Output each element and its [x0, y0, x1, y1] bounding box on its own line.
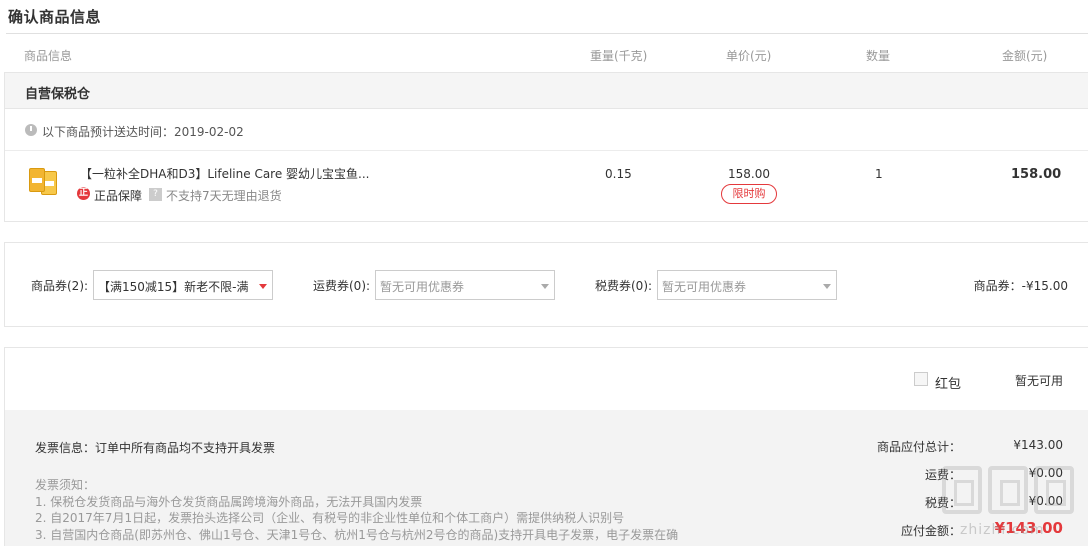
product-coupon-value: 【满150减15】新老不限-满... [98, 280, 248, 294]
delivery-eta-text: 以下商品预计送达时间：2019-02-02 [42, 125, 244, 139]
item-unit-price: 158.00 [728, 167, 770, 181]
invoice-notice-item: 3. 自营国内仓商品(即苏州仓、佛山1号仓、天津1号仓、杭州1号仓与杭州2号仓的… [35, 527, 679, 542]
invoice-notice-item: 2. 自2017年7月1日起，发票抬头选择公司（企业、有税号的非企业性单位和个体… [35, 511, 625, 525]
red-packet-section: 红包 暂无可用 [4, 347, 1088, 411]
col-unit-price: 单价(元) [726, 49, 772, 63]
tax-coupon-label: 税费券(0): [595, 279, 653, 293]
invoice-notice: 发票须知： 1. 保税仓发货商品与海外仓发货商品属跨境海外商品，无法开具国内发票… [35, 477, 678, 543]
help-icon[interactable]: ? [149, 188, 162, 201]
item-quantity: 1 [875, 167, 883, 181]
red-packet-status: 暂无可用 [1015, 374, 1064, 388]
shipping-coupon-select[interactable]: 暂无可用优惠券 [375, 270, 555, 300]
subtotal-value: ¥143.00 [1013, 438, 1063, 452]
return-policy-label: 不支持7天无理由退货 [166, 189, 282, 203]
shipping-coupon-label: 运费券(0): [313, 279, 371, 293]
shipping-fee-value: ¥0.00 [1028, 466, 1063, 480]
payable-amount: ¥143.00 [994, 519, 1063, 537]
column-header-row: 商品信息 重量(千克) 单价(元) 数量 金额(元) [4, 34, 1088, 72]
order-confirm-page: 确认商品信息 商品信息 重量(千克) 单价(元) 数量 金额(元) 自营保税仓 … [0, 0, 1088, 546]
product-coupon-select[interactable]: 【满150减15】新老不限-满... [93, 270, 273, 300]
dropdown-arrow-icon [541, 284, 549, 289]
dropdown-arrow-icon [823, 284, 831, 289]
payable-label: 应付金额： [900, 524, 961, 538]
tax-fee-value: ¥0.00 [1028, 494, 1063, 508]
tax-fee-label: 税费： [924, 496, 961, 510]
delivery-eta-row: 以下商品预计送达时间：2019-02-02 [5, 109, 1088, 151]
subtotal-label: 商品应付总计： [876, 440, 961, 454]
dropdown-arrow-icon [259, 284, 267, 289]
tax-coupon-select[interactable]: 暂无可用优惠券 [657, 270, 837, 300]
invoice-summary-panel: 发票信息：订单中所有商品均不支持开具发票 发票须知： 1. 保税仓发货商品与海外… [4, 410, 1088, 546]
col-product: 商品信息 [24, 49, 73, 63]
page-title: 确认商品信息 [8, 8, 102, 26]
col-quantity: 数量 [866, 49, 891, 63]
product-section: 自营保税仓 以下商品预计送达时间：2019-02-02 【一粒补全DHA和D3】… [4, 72, 1088, 222]
product-thumbnail[interactable] [27, 165, 63, 199]
invoice-info: 发票信息：订单中所有商品均不支持开具发票 [35, 441, 276, 455]
item-amount: 158.00 [1011, 167, 1062, 182]
red-packet-label: 红包 [935, 377, 962, 392]
warehouse-name: 自营保税仓 [25, 87, 91, 102]
guarantee-label: 正品保障 [94, 189, 143, 203]
limited-time-badge: 限时购 [721, 184, 777, 204]
coupon-discount-summary: 商品券：-¥15.00 [973, 279, 1068, 293]
product-name-link[interactable]: 【一粒补全DHA和D3】Lifeline Care 婴幼儿宝宝鱼... [80, 165, 370, 182]
invoice-notice-title: 发票须知： [35, 478, 96, 492]
product-coupon-label: 商品券(2): [31, 279, 89, 293]
col-weight: 重量(千克) [590, 49, 648, 63]
warehouse-bar: 自营保税仓 [5, 73, 1088, 109]
clock-icon [25, 124, 37, 136]
red-packet-checkbox[interactable] [914, 372, 928, 386]
item-weight: 0.15 [605, 167, 632, 181]
coupon-section: 商品券(2): 【满150减15】新老不限-满... 运费券(0): 暂无可用优… [4, 242, 1088, 327]
shipping-fee-label: 运费： [924, 468, 961, 482]
col-amount: 金额(元) [1002, 49, 1048, 63]
invoice-notice-item: 1. 保税仓发货商品与海外仓发货商品属跨境海外商品，无法开具国内发票 [35, 494, 423, 509]
shipping-coupon-placeholder: 暂无可用优惠券 [380, 280, 465, 294]
tax-coupon-placeholder: 暂无可用优惠券 [662, 280, 747, 294]
guarantee-icon: 正 [77, 187, 90, 200]
